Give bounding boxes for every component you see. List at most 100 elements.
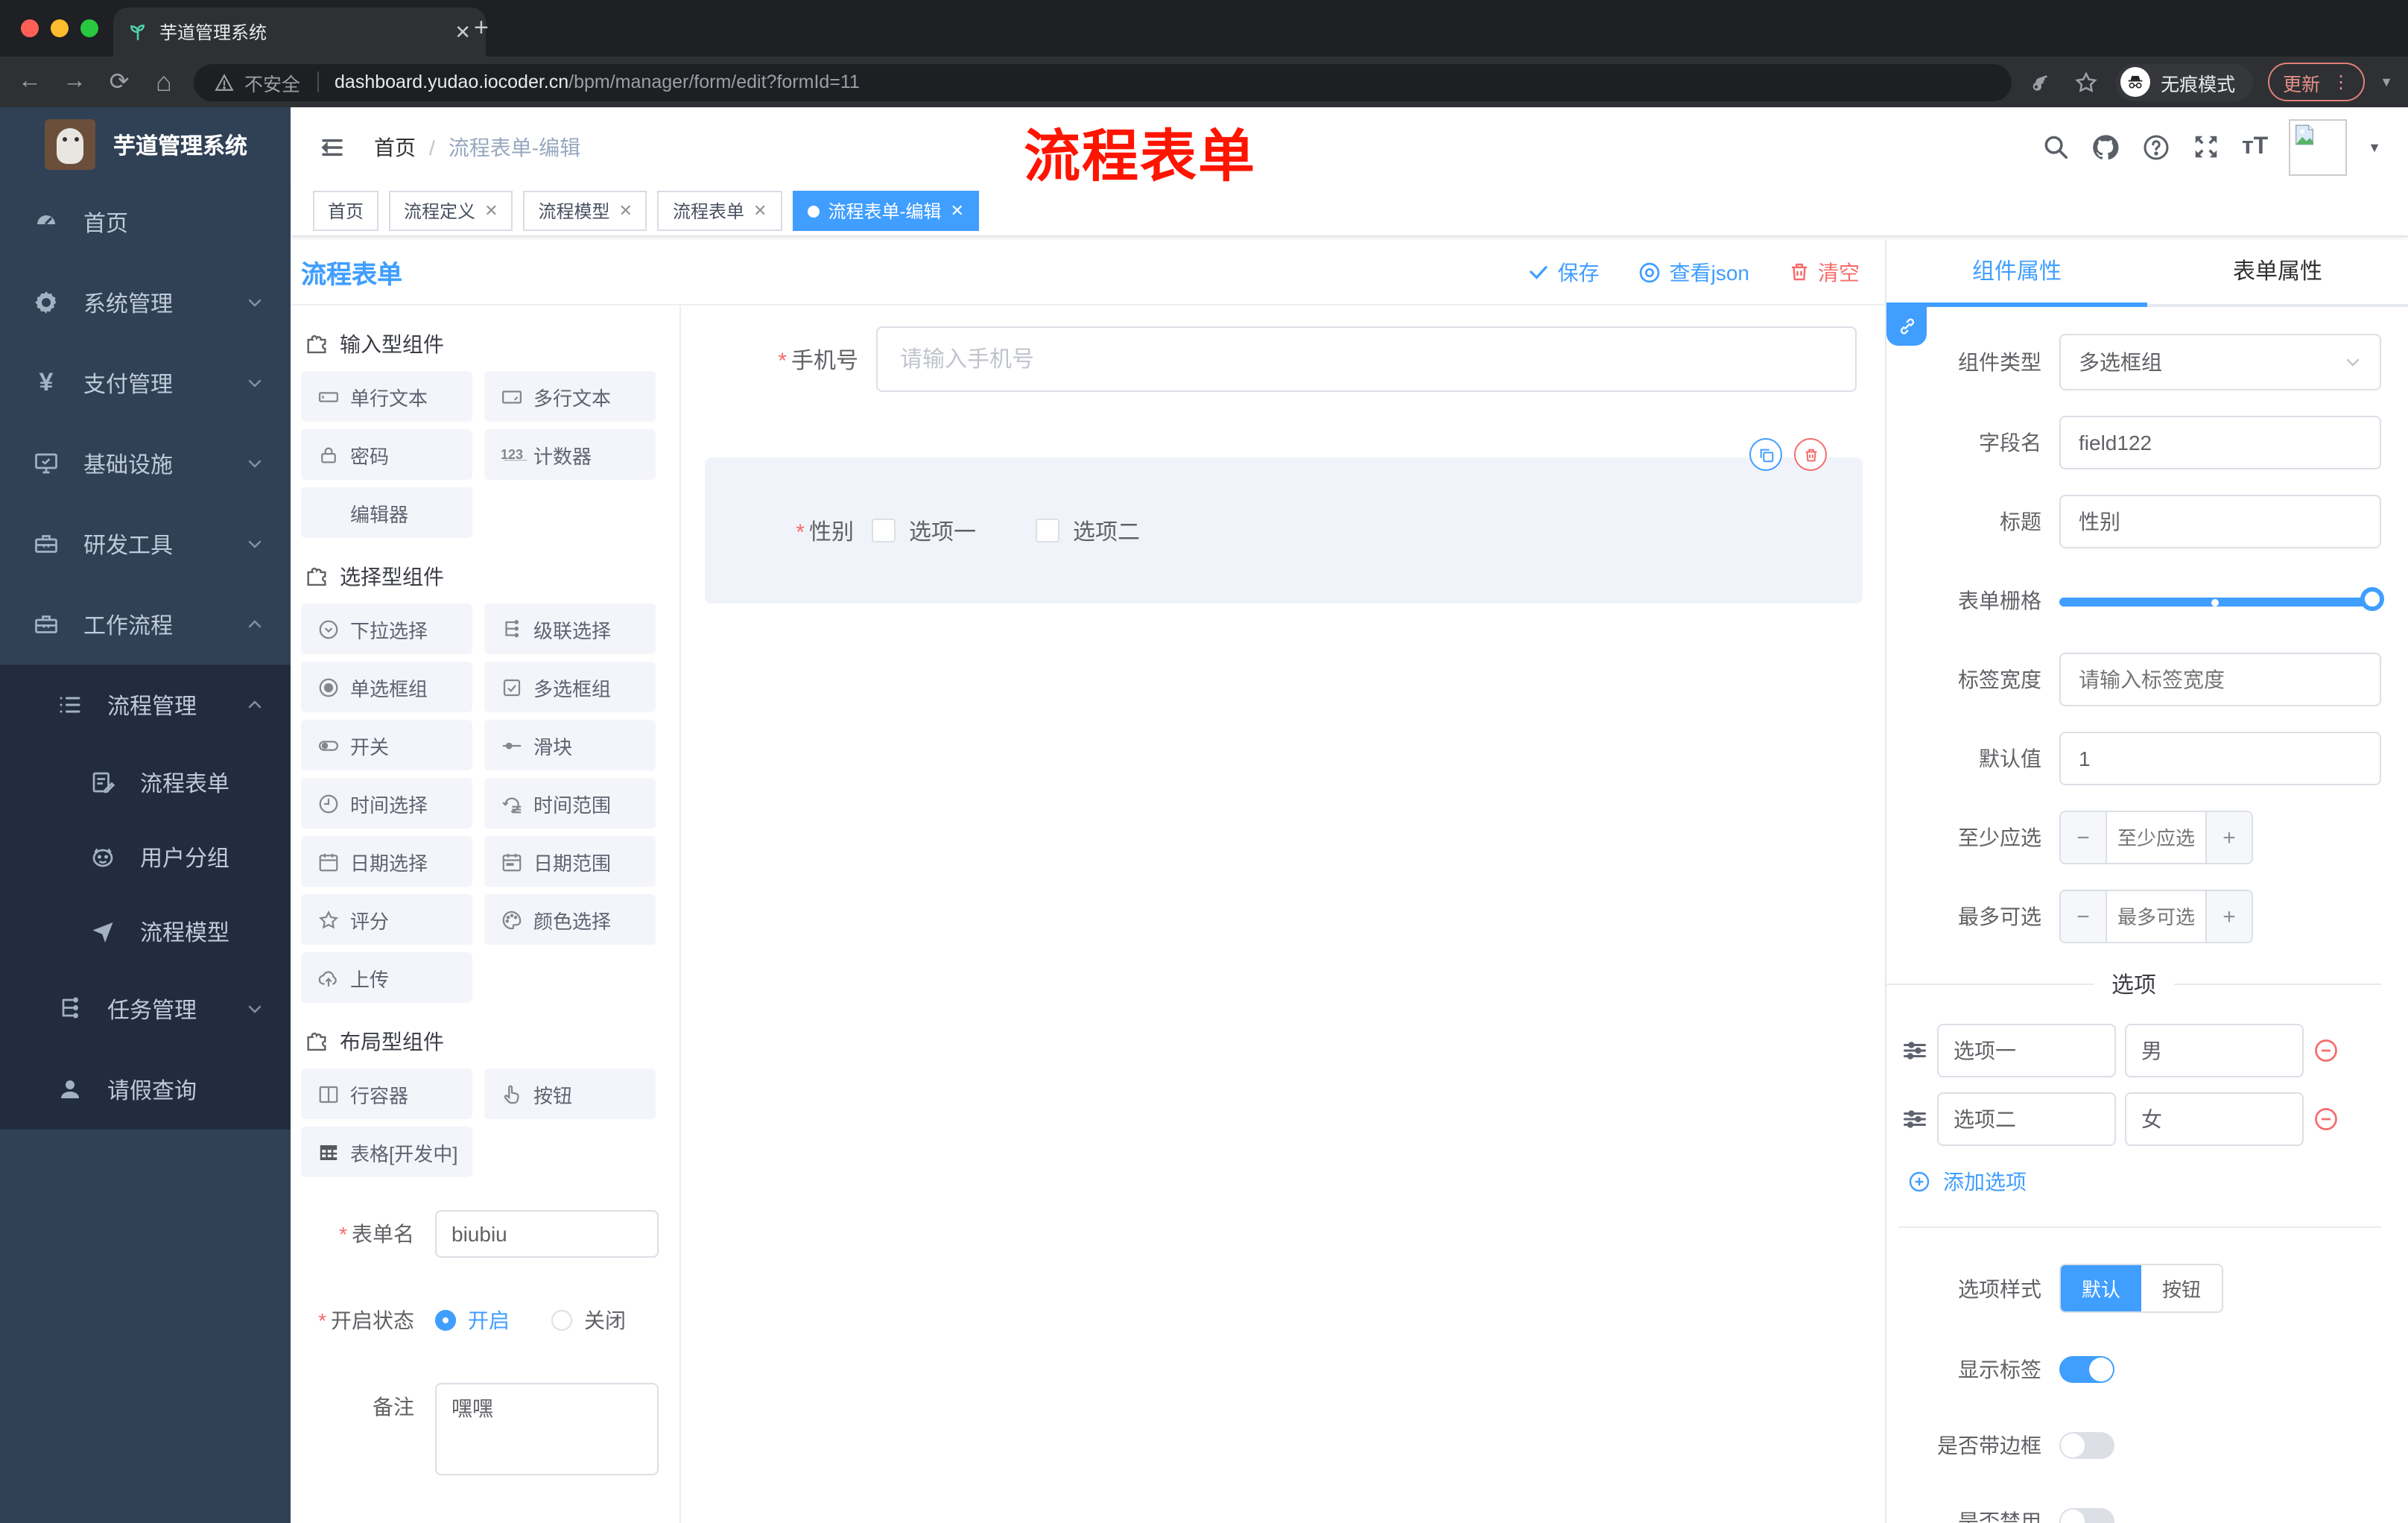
- home-icon[interactable]: ⌂: [149, 66, 179, 98]
- component-chip-upload[interactable]: 上传: [301, 952, 472, 1003]
- toolbar-caret-icon[interactable]: ▼: [2380, 75, 2393, 89]
- component-chip-checkbox-group[interactable]: 多选框组: [484, 662, 656, 712]
- default-value-input[interactable]: [2059, 732, 2381, 785]
- help-icon[interactable]: [2142, 132, 2172, 162]
- sidebar-item-devtools[interactable]: 研发工具: [0, 504, 291, 584]
- stepper-increase-button[interactable]: +: [2207, 812, 2252, 863]
- slider-track[interactable]: [2059, 598, 2381, 607]
- forward-icon[interactable]: →: [60, 69, 89, 95]
- duplicate-component-button[interactable]: [1749, 438, 1782, 471]
- github-icon[interactable]: [2091, 132, 2121, 162]
- tag-home[interactable]: 首页: [313, 191, 379, 231]
- stepper-decrease-button[interactable]: −: [2061, 891, 2106, 942]
- max-select-input[interactable]: [2106, 891, 2207, 942]
- component-chip-color-picker[interactable]: 颜色选择: [484, 894, 656, 945]
- form-grid-slider[interactable]: [2059, 574, 2384, 627]
- browser-update-button[interactable]: 更新 ⋮: [2268, 63, 2366, 101]
- phone-input[interactable]: [876, 326, 1857, 392]
- bookmark-star-icon[interactable]: [2071, 69, 2101, 95]
- label-width-input[interactable]: [2059, 653, 2381, 706]
- component-chip-password[interactable]: 密码: [301, 429, 472, 480]
- close-window-button[interactable]: [21, 19, 39, 37]
- sidebar-item-home[interactable]: 首页: [0, 182, 291, 262]
- component-chip-time-range[interactable]: 时间范围: [484, 778, 656, 829]
- tab-component-props[interactable]: 组件属性: [1886, 240, 2147, 304]
- delete-component-button[interactable]: [1794, 438, 1827, 471]
- disabled-toggle[interactable]: [2059, 1508, 2114, 1523]
- component-chip-single-text[interactable]: 单行文本: [301, 371, 472, 422]
- password-key-icon[interactable]: [2027, 69, 2056, 95]
- sidebar-logo[interactable]: 芋道管理系统: [0, 107, 291, 182]
- status-radio-on[interactable]: 开启: [435, 1296, 510, 1344]
- sidebar-item-process-mgmt[interactable]: 流程管理: [0, 665, 291, 745]
- tag-process-form[interactable]: 流程表单 ✕: [657, 191, 782, 231]
- sidebar-item-task-mgmt[interactable]: 任务管理: [0, 969, 291, 1049]
- component-chip-select[interactable]: 下拉选择: [301, 604, 472, 654]
- style-button-button[interactable]: 按钮: [2141, 1265, 2222, 1311]
- remove-option-icon[interactable]: [2313, 1037, 2339, 1064]
- tag-process-definition[interactable]: 流程定义 ✕: [389, 191, 513, 231]
- tab-form-props[interactable]: 表单属性: [2147, 240, 2408, 304]
- slider-handle[interactable]: [2360, 587, 2384, 611]
- option-value-input[interactable]: [2125, 1024, 2304, 1077]
- fullscreen-icon[interactable]: [2193, 133, 2221, 161]
- drag-handle-icon[interactable]: [1901, 1106, 1928, 1133]
- new-tab-button[interactable]: +: [474, 15, 489, 40]
- clear-button[interactable]: 清空: [1788, 257, 1860, 287]
- form-name-input[interactable]: [435, 1210, 659, 1258]
- component-chip-slider[interactable]: 滑块: [484, 720, 656, 770]
- show-label-toggle[interactable]: [2059, 1356, 2114, 1383]
- component-type-select[interactable]: 多选框组: [2059, 334, 2381, 390]
- option-name-input[interactable]: [1937, 1092, 2116, 1146]
- component-chip-radio-group[interactable]: 单选框组: [301, 662, 472, 712]
- link-tab[interactable]: [1886, 307, 1927, 346]
- component-chip-switch[interactable]: 开关: [301, 720, 472, 770]
- form-remark-textarea[interactable]: 嘿嘿: [435, 1383, 659, 1475]
- component-chip-counter[interactable]: 1̲2̲3̲ 计数器: [484, 429, 656, 480]
- component-chip-table[interactable]: 表格[开发中]: [301, 1127, 472, 1177]
- sidebar-item-payment[interactable]: ¥ 支付管理: [0, 343, 291, 423]
- stepper-increase-button[interactable]: +: [2207, 891, 2252, 942]
- status-radio-off[interactable]: 关闭: [551, 1296, 626, 1344]
- component-chip-date-picker[interactable]: 日期选择: [301, 836, 472, 887]
- collapse-sidebar-icon[interactable]: [317, 135, 347, 159]
- incognito-badge[interactable]: 无痕模式: [2116, 63, 2254, 101]
- component-chip-textarea[interactable]: 多行文本: [484, 371, 656, 422]
- remove-option-icon[interactable]: [2313, 1106, 2339, 1133]
- canvas-field-gender-selected[interactable]: * 性别 选项一 选项二: [705, 438, 1863, 604]
- stepper-decrease-button[interactable]: −: [2061, 812, 2106, 863]
- user-menu-caret-icon[interactable]: ▼: [2368, 139, 2381, 154]
- minimize-window-button[interactable]: [51, 19, 69, 37]
- checkbox-option1[interactable]: 选项一: [872, 515, 976, 546]
- sidebar-item-infra[interactable]: 基础设施: [0, 423, 291, 504]
- component-chip-rate[interactable]: 评分: [301, 894, 472, 945]
- address-bar[interactable]: 不安全 dashboard.yudao.iocoder.cn/bpm/manag…: [194, 63, 2012, 101]
- with-border-toggle[interactable]: [2059, 1432, 2114, 1459]
- component-chip-time-picker[interactable]: 时间选择: [301, 778, 472, 829]
- field-name-input[interactable]: [2059, 416, 2381, 469]
- search-icon[interactable]: [2042, 133, 2070, 161]
- component-chip-row-container[interactable]: 行容器: [301, 1068, 472, 1119]
- sidebar-item-workflow[interactable]: 工作流程: [0, 584, 291, 665]
- component-chip-date-range[interactable]: 日期范围: [484, 836, 656, 887]
- component-chip-button[interactable]: 按钮: [484, 1068, 656, 1119]
- avatar[interactable]: [2289, 118, 2348, 175]
- sidebar-item-process-form[interactable]: 流程表单: [0, 745, 291, 820]
- checkbox-option2[interactable]: 选项二: [1036, 515, 1140, 546]
- browser-menu-icon[interactable]: ⋮: [2332, 73, 2350, 91]
- back-icon[interactable]: ←: [15, 69, 45, 95]
- maximize-window-button[interactable]: [80, 19, 98, 37]
- sidebar-item-process-model[interactable]: 流程模型: [0, 894, 291, 969]
- sidebar-item-system[interactable]: 系统管理: [0, 262, 291, 343]
- tag-close-icon[interactable]: ✕: [484, 201, 498, 221]
- title-input[interactable]: [2059, 495, 2381, 548]
- drag-handle-icon[interactable]: [1901, 1037, 1928, 1064]
- component-chip-cascader[interactable]: 级联选择: [484, 604, 656, 654]
- canvas-field-phone[interactable]: * 手机号: [682, 326, 1857, 392]
- view-json-button[interactable]: 查看json: [1638, 257, 1749, 287]
- browser-tab[interactable]: 芋道管理系统 ✕: [113, 7, 486, 57]
- option-name-input[interactable]: [1937, 1024, 2116, 1077]
- add-option-button[interactable]: 添加选项: [1907, 1167, 2381, 1197]
- option-value-input[interactable]: [2125, 1092, 2304, 1146]
- sidebar-item-leave-query[interactable]: 请假查询: [0, 1049, 291, 1130]
